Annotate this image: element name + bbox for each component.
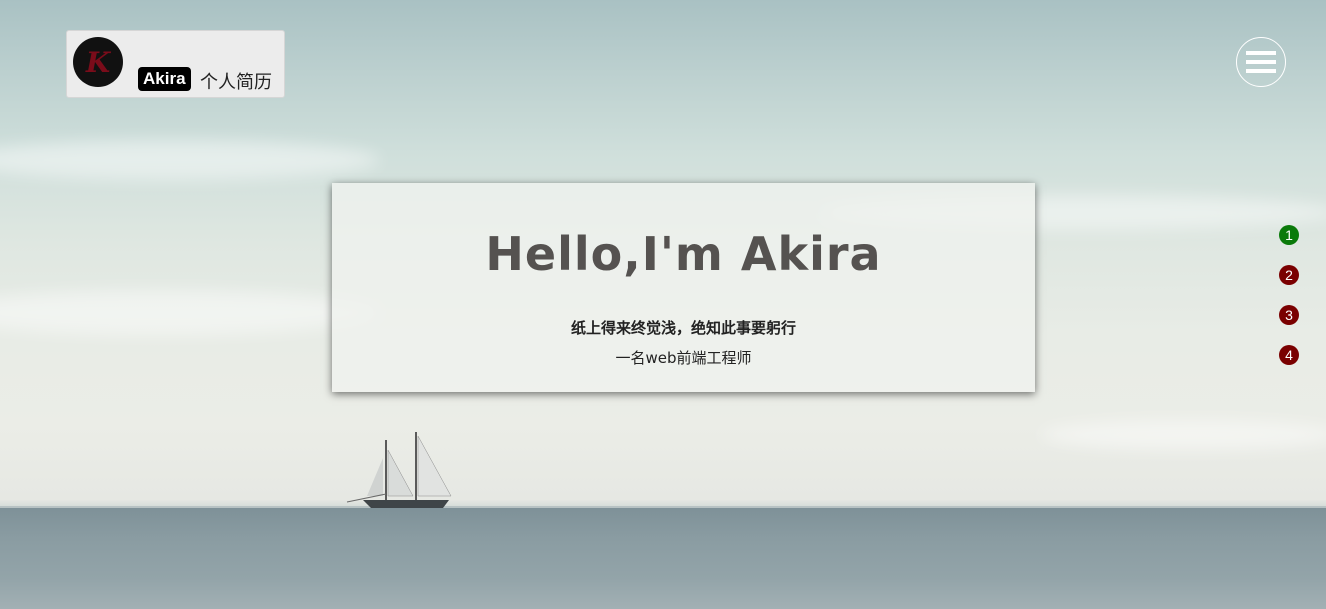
page-nav-dot-2[interactable]: 2 <box>1279 265 1299 285</box>
brand-name-badge: Akira <box>138 67 191 91</box>
page-nav: 1 2 3 4 <box>1279 225 1299 385</box>
site-logo[interactable]: K Akira 个人简历 <box>66 30 285 98</box>
menu-bar <box>1246 60 1276 64</box>
page-nav-dot-1[interactable]: 1 <box>1279 225 1299 245</box>
logo-avatar: K <box>73 37 123 87</box>
hamburger-menu-icon[interactable] <box>1236 37 1286 87</box>
menu-bar <box>1246 69 1276 73</box>
hero-role: 一名web前端工程师 <box>615 349 752 367</box>
sea-background <box>0 508 1326 609</box>
cloud <box>1040 420 1326 450</box>
brand-subtitle: 个人简历 <box>200 72 272 93</box>
page-nav-dot-3[interactable]: 3 <box>1279 305 1299 325</box>
hero-motto: 纸上得来终觉浅，绝知此事要躬行 <box>570 319 796 337</box>
logo-letter: K <box>85 45 111 79</box>
menu-bar <box>1246 51 1276 55</box>
hero-title: Hello,I'm Akira <box>485 227 882 281</box>
hero-card: Hello,I'm Akira 纸上得来终觉浅，绝知此事要躬行 一名web前端工… <box>332 183 1035 392</box>
page-nav-dot-4[interactable]: 4 <box>1279 345 1299 365</box>
sailboat-image <box>346 432 452 508</box>
cloud <box>0 290 380 335</box>
cloud <box>0 140 380 180</box>
